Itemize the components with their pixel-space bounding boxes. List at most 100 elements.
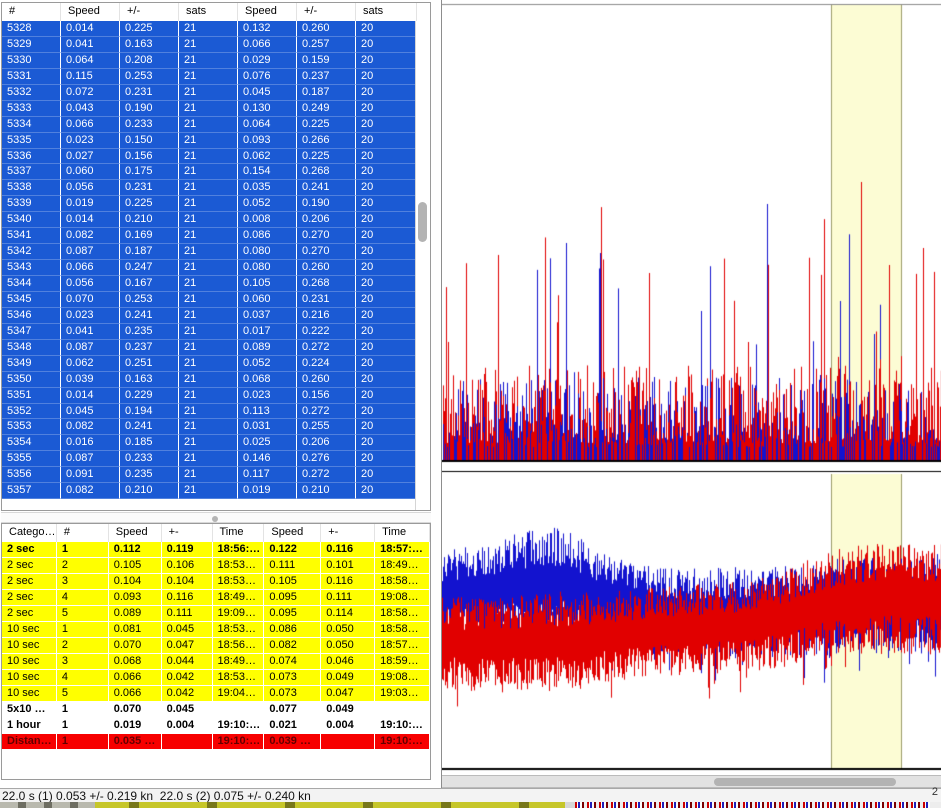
table-row[interactable]: 10 sec30.0680.04418:49…0.0740.04618:59… [2,654,430,670]
status-bar: 22.0 s (1) 0.053 +/- 0.219 kn 22.0 s (2)… [0,788,941,802]
column-header[interactable]: +- [162,524,213,542]
table-row[interactable]: 53480.0870.237210.0890.27220 [2,340,430,356]
table-row[interactable]: 53490.0620.251210.0520.22420 [2,356,430,372]
table-cell: 0.086 [264,622,321,638]
table-row[interactable]: 53570.0820.210210.0190.21020 [2,483,430,499]
table-row[interactable]: 10 sec20.0700.04718:56…0.0820.05018:57… [2,638,430,654]
table-row[interactable]: 53330.0430.190210.1300.24920 [2,101,430,117]
table-row[interactable]: 53430.0660.247210.0800.26020 [2,260,430,276]
column-header[interactable]: Speed [238,3,297,21]
table-cell: 19:04… [213,686,265,702]
table-cell: 3 [57,574,109,590]
table-cell: 5338 [2,180,61,196]
table-cell: 5 [57,686,109,702]
table-row[interactable]: 53340.0660.233210.0640.22520 [2,117,430,133]
table-row[interactable]: 53500.0390.163210.0680.26020 [2,372,430,388]
table-cell: 4 [57,590,109,606]
column-header[interactable]: Catego… [2,524,57,542]
column-header[interactable]: +- [321,524,375,542]
column-header[interactable]: # [57,524,109,542]
table-cell: 0.241 [120,308,179,324]
table-row[interactable]: 53550.0870.233210.1460.27620 [2,451,430,467]
table-row[interactable]: 53280.0140.225210.1320.26020 [2,21,430,37]
table-cell: 0.008 [238,212,297,228]
table-row[interactable]: 1 hour10.0190.00419:10:…0.0210.00419:10:… [2,718,430,734]
table-row[interactable]: 2 sec30.1040.10418:53…0.1050.11618:58… [2,574,430,590]
table-row[interactable]: 53440.0560.167210.1050.26820 [2,276,430,292]
table-cell: 0.023 [61,133,120,149]
table-row[interactable]: 5x10 …10.0700.0450.0770.049 [2,702,430,718]
column-header[interactable]: Speed [109,524,162,542]
horizontal-scrollbar[interactable] [442,775,941,788]
table-row[interactable]: 53530.0820.241210.0310.25520 [2,419,430,435]
table-row[interactable]: 53300.0640.208210.0290.15920 [2,53,430,69]
table-cell: 0.208 [120,53,179,69]
table-cell: 0.066 [61,260,120,276]
table-row[interactable]: 53450.0700.253210.0600.23120 [2,292,430,308]
table-cell: 0.272 [297,467,356,483]
table-cell: 0.104 [109,574,162,590]
column-header[interactable]: Time [213,524,265,542]
splitter-handle-icon[interactable] [212,516,218,522]
table-cell: 0.187 [297,85,356,101]
table-row[interactable]: 53310.1150.253210.0760.23720 [2,69,430,85]
vertical-scrollbar-thumb[interactable] [418,202,427,242]
column-header[interactable]: Speed [264,524,321,542]
table-row[interactable]: 53510.0140.229210.0230.15620 [2,388,430,404]
table-cell: 5328 [2,21,61,37]
column-header[interactable]: # [2,3,61,21]
column-header[interactable]: Speed [61,3,120,21]
table-cell: 20 [356,388,417,404]
table-row[interactable]: 10 sec40.0660.04218:53…0.0730.04919:08… [2,670,430,686]
column-header[interactable]: sats [179,3,238,21]
table-row[interactable]: 10 sec10.0810.04518:53…0.0860.05018:58… [2,622,430,638]
table-row[interactable]: 53290.0410.163210.0660.25720 [2,37,430,53]
results-table-panel: Catego…#Speed+-TimeSpeed+-Time 2 sec10.1… [1,523,431,780]
table-row[interactable]: 53460.0230.241210.0370.21620 [2,308,430,324]
speed-trace-chart-area[interactable] [441,0,941,788]
table-row[interactable]: 53350.0230.150210.0930.26620 [2,133,430,149]
table-cell: 0.116 [321,542,375,558]
background-sliver-gray [0,802,95,808]
table-cell: 0.039 [61,372,120,388]
table-row[interactable]: 2 sec20.1050.10618:53…0.1110.10118:49… [2,558,430,574]
column-header[interactable]: +/- [297,3,356,21]
table-row[interactable]: 53320.0720.231210.0450.18720 [2,85,430,101]
table-cell: 0.044 [162,654,213,670]
column-header[interactable]: +/- [120,3,179,21]
table-row[interactable]: 53410.0820.169210.0860.27020 [2,228,430,244]
table-row[interactable]: Distan…10.035 …19:10:…0.039 …19:10:… [2,734,430,750]
column-header[interactable]: sats [356,3,417,21]
table-cell: 0.122 [264,542,321,558]
horizontal-scrollbar-thumb[interactable] [714,778,896,786]
table-row[interactable]: 53360.0270.156210.0620.22520 [2,149,430,165]
results-table-rows: 2 sec10.1120.11918:56:…0.1220.11618:57:…… [2,542,430,779]
table-cell: 20 [356,260,417,276]
table-cell: 19:10:… [213,718,265,734]
table-row[interactable]: 53390.0190.225210.0520.19020 [2,196,430,212]
table-row[interactable]: 53560.0910.235210.1170.27220 [2,467,430,483]
table-cell: 0.105 [109,558,162,574]
table-cell: 0.025 [238,435,297,451]
table-row[interactable]: 2 sec10.1120.11918:56:…0.1220.11618:57:… [2,542,430,558]
panel-splitter[interactable] [1,512,431,523]
vertical-scrollbar[interactable] [415,21,430,510]
table-row[interactable]: 2 sec40.0930.11618:49…0.0950.11119:08… [2,590,430,606]
table-row[interactable]: 53400.0140.210210.0080.20620 [2,212,430,228]
table-row[interactable]: 53520.0450.194210.1130.27220 [2,404,430,420]
table-cell: 21 [179,356,238,372]
column-header[interactable]: Time [375,524,430,542]
table-cell: 20 [356,101,417,117]
table-row[interactable]: 10 sec50.0660.04219:04…0.0730.04719:03… [2,686,430,702]
table-row[interactable]: 53470.0410.235210.0170.22220 [2,324,430,340]
table-cell: 10 sec [2,622,57,638]
table-cell: 5341 [2,228,61,244]
speed-band-chart-canvas[interactable] [442,473,941,773]
table-cell: 0.222 [297,324,356,340]
table-row[interactable]: 2 sec50.0890.11119:09…0.0950.11418:58… [2,606,430,622]
table-row[interactable]: 53370.0600.175210.1540.26820 [2,164,430,180]
table-row[interactable]: 53540.0160.185210.0250.20620 [2,435,430,451]
table-row[interactable]: 53420.0870.187210.0800.27020 [2,244,430,260]
speed-spike-chart-canvas[interactable] [442,0,941,473]
table-row[interactable]: 53380.0560.231210.0350.24120 [2,180,430,196]
